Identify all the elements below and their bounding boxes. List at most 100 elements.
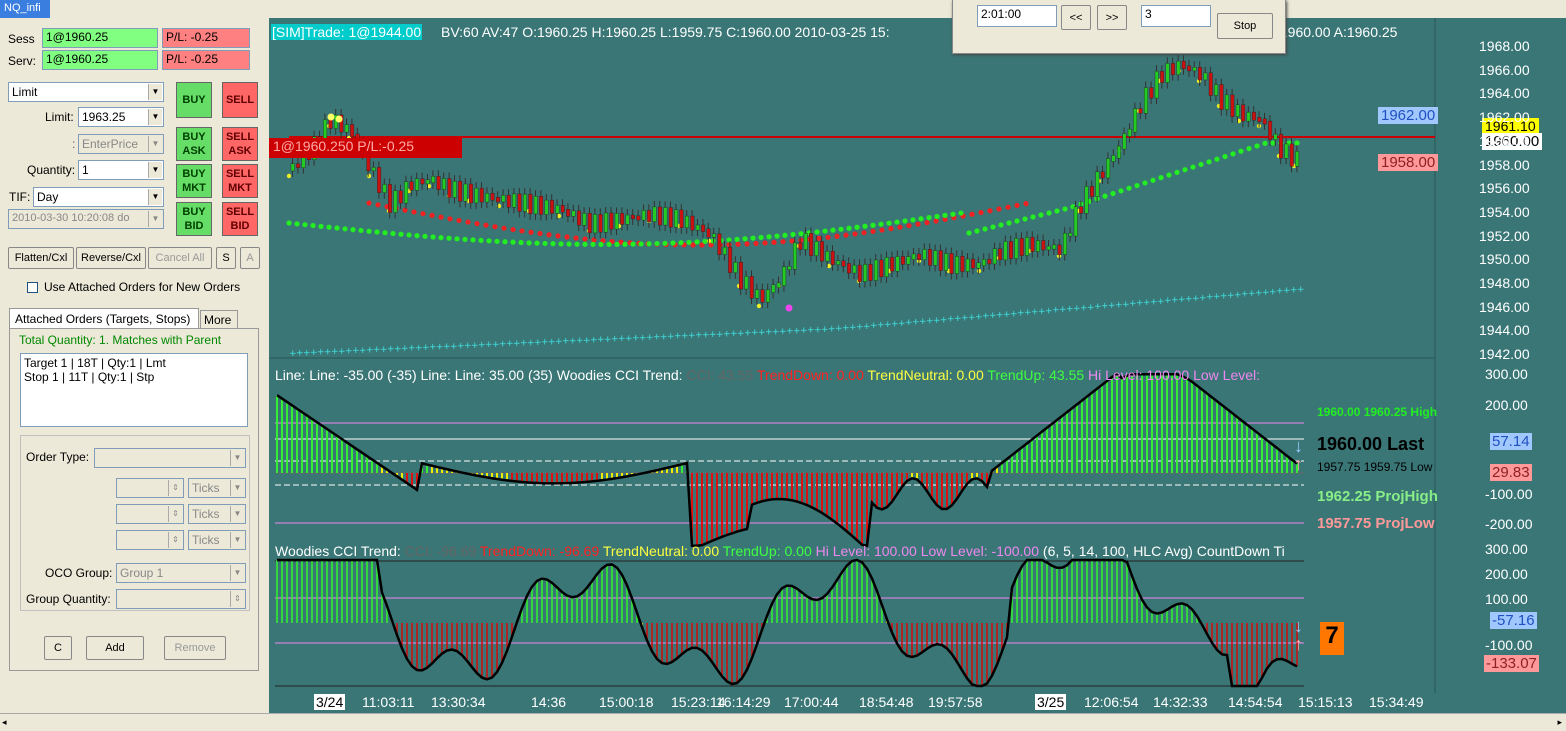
bracket-limit-spinner[interactable]: ⇕ bbox=[116, 530, 184, 550]
replay-speed-field[interactable]: 3 bbox=[1141, 5, 1211, 27]
s-button[interactable]: S bbox=[216, 247, 236, 269]
price-tick-label: 1944.00 bbox=[1479, 322, 1530, 339]
tab-more[interactable]: More bbox=[200, 310, 238, 328]
buy-bid-button[interactable]: BUY BID bbox=[176, 202, 212, 236]
chart-area[interactable]: + + + + + + + + + + + + + + + + + + + + + + + + + + + + + + + + + + + + + + + +… bbox=[269, 18, 1566, 713]
sell-market-button[interactable]: SELL MKT bbox=[222, 164, 258, 198]
cancel-all-button[interactable]: Cancel All bbox=[148, 247, 212, 269]
ma-red-dot bbox=[537, 230, 543, 237]
candle bbox=[1138, 108, 1143, 114]
candle bbox=[1073, 206, 1078, 237]
attached-orders-list[interactable]: Target 1 | 18T | Qty:1 | Lmt Stop 1 | 11… bbox=[20, 353, 248, 427]
quantity-field[interactable]: 1 ▼ bbox=[78, 160, 164, 180]
scroll-left-icon[interactable]: ◂ bbox=[2, 717, 7, 728]
horizontal-scrollbar[interactable]: ◂ ▸ bbox=[0, 713, 1566, 731]
serv-position: 1@1960.25 bbox=[42, 50, 158, 70]
cci-panel1-trenddown: TrendDown: 0.00 bbox=[757, 367, 864, 383]
candle bbox=[766, 289, 770, 303]
sell-ask-button[interactable]: SELL ASK bbox=[222, 127, 258, 161]
candle bbox=[1192, 67, 1197, 72]
fast-forward-button[interactable]: >> bbox=[1097, 5, 1127, 30]
c-button[interactable]: C bbox=[44, 636, 72, 660]
ma-red-dot bbox=[996, 206, 1002, 212]
chart-canvas[interactable]: + + + + + + + + + + + + + + + + + + + + + + + + + + + + + + + + + + + + + + + +… bbox=[269, 18, 1566, 713]
sell-bid-button[interactable]: SELL BID bbox=[222, 202, 258, 236]
scroll-right-icon[interactable]: ▸ bbox=[1557, 717, 1562, 728]
rewind-button[interactable]: << bbox=[1061, 5, 1091, 30]
ma-red-dot bbox=[924, 220, 930, 226]
tif-select[interactable]: Day ▼ bbox=[33, 187, 164, 207]
ma-green-dot bbox=[822, 228, 828, 234]
cci-panel2-tag-blue: -57.16 bbox=[1490, 612, 1537, 629]
position-marker[interactable]: 1@1960.250 P/L:-0.25 bbox=[269, 138, 462, 158]
buy-market-button[interactable]: BUY MKT bbox=[176, 164, 212, 198]
order-type-select[interactable]: Limit ▼ bbox=[8, 82, 164, 102]
group-quantity-spinner[interactable]: ⇕ bbox=[116, 589, 246, 609]
tab-attached-orders[interactable]: Attached Orders (Targets, Stops) bbox=[9, 308, 199, 328]
ma-red-dot bbox=[969, 211, 975, 217]
bracket-unit-select[interactable]: Ticks ▼ bbox=[188, 478, 246, 498]
candle bbox=[1295, 151, 1300, 167]
candle bbox=[1268, 120, 1273, 140]
ma-green-dot bbox=[430, 234, 436, 240]
ma-green-dot bbox=[782, 232, 788, 238]
list-item[interactable]: Target 1 | 18T | Qty:1 | Lmt bbox=[21, 354, 247, 370]
sell-button[interactable]: SELL bbox=[222, 82, 258, 118]
flatten-cancel-button[interactable]: Flatten/Cxl bbox=[8, 247, 74, 269]
ma-green-dot bbox=[734, 236, 740, 242]
candle bbox=[647, 210, 652, 222]
enterprice-select[interactable]: EnterPrice ▼ bbox=[78, 134, 164, 154]
ma-green-dot bbox=[1118, 188, 1124, 194]
candle bbox=[458, 180, 463, 202]
ma-red-dot bbox=[411, 209, 417, 215]
list-item[interactable]: Stop 1 | 11T | Qty:1 | Stp bbox=[21, 370, 247, 384]
bracket-limit-unit-select[interactable]: Ticks ▼ bbox=[188, 530, 246, 550]
limit-price-field[interactable]: 1963.25 ▼ bbox=[78, 107, 164, 127]
candle bbox=[717, 233, 722, 255]
use-attached-checkbox[interactable] bbox=[27, 282, 38, 293]
ma-red-dot bbox=[771, 239, 777, 245]
candle bbox=[425, 179, 430, 185]
time-tick-label: 14:36 bbox=[531, 694, 567, 710]
total-quantity-text: Total Quantity: 1. Matches with Parent bbox=[19, 333, 222, 347]
replay-time-field[interactable]: 2:01:00 bbox=[977, 5, 1057, 27]
bracket-offset-spinner[interactable]: ⇕ bbox=[116, 504, 184, 524]
ma-green-dot bbox=[1062, 206, 1068, 212]
ma-red-dot bbox=[1005, 204, 1011, 210]
cci-panel1-tag-blue: 57.14 bbox=[1490, 433, 1532, 450]
ma-green-dot bbox=[934, 213, 940, 220]
oco-group-select[interactable]: Group 1 ▼ bbox=[116, 563, 246, 583]
price-tick-label: 1948.00 bbox=[1479, 275, 1530, 291]
candle bbox=[1273, 133, 1278, 140]
bracket-qty-spinner[interactable]: ⇕ bbox=[116, 478, 184, 498]
sim-trade-tag: [SIM]Trade: 1@1944.00 bbox=[271, 24, 423, 40]
candle bbox=[290, 163, 295, 172]
ma-green-dot bbox=[1254, 143, 1260, 149]
bracket-offset-unit-select[interactable]: Ticks ▼ bbox=[188, 504, 246, 524]
ma-green-dot bbox=[1142, 180, 1148, 186]
candle bbox=[490, 193, 495, 201]
replay-stop-button[interactable]: Stop bbox=[1217, 13, 1273, 39]
add-button[interactable]: Add bbox=[86, 636, 144, 660]
time-tick-label: 18:54:48 bbox=[859, 694, 914, 710]
window-tab[interactable]: NQ_infi bbox=[0, 0, 50, 18]
candle bbox=[998, 248, 1003, 261]
candle bbox=[1122, 133, 1127, 150]
cci-panel2-countdown-label: CountDown Ti bbox=[1196, 543, 1285, 559]
ma-green-dot bbox=[918, 216, 924, 222]
gtd-date-field[interactable]: 2010-03-30 10:20:08 do ▼ bbox=[8, 209, 164, 229]
ma-green-dot bbox=[814, 229, 820, 235]
ma-red-dot bbox=[555, 233, 561, 239]
ma-green-dot bbox=[958, 210, 964, 216]
ma-red-dot bbox=[447, 216, 453, 222]
bracket-order-type-select[interactable]: ▼ bbox=[94, 448, 246, 468]
a-button[interactable]: A bbox=[240, 247, 260, 269]
candle bbox=[1289, 143, 1294, 167]
reverse-cancel-button[interactable]: Reverse/Cxl bbox=[76, 247, 146, 269]
remove-button[interactable]: Remove bbox=[164, 636, 226, 660]
cci2-tick-label: 300.00 bbox=[1485, 541, 1528, 557]
buy-ask-button[interactable]: BUY ASK bbox=[176, 127, 212, 161]
cci-panel2-trendup: TrendUp: 0.00 bbox=[722, 543, 812, 559]
buy-button[interactable]: BUY bbox=[176, 82, 212, 118]
candle bbox=[593, 214, 598, 234]
